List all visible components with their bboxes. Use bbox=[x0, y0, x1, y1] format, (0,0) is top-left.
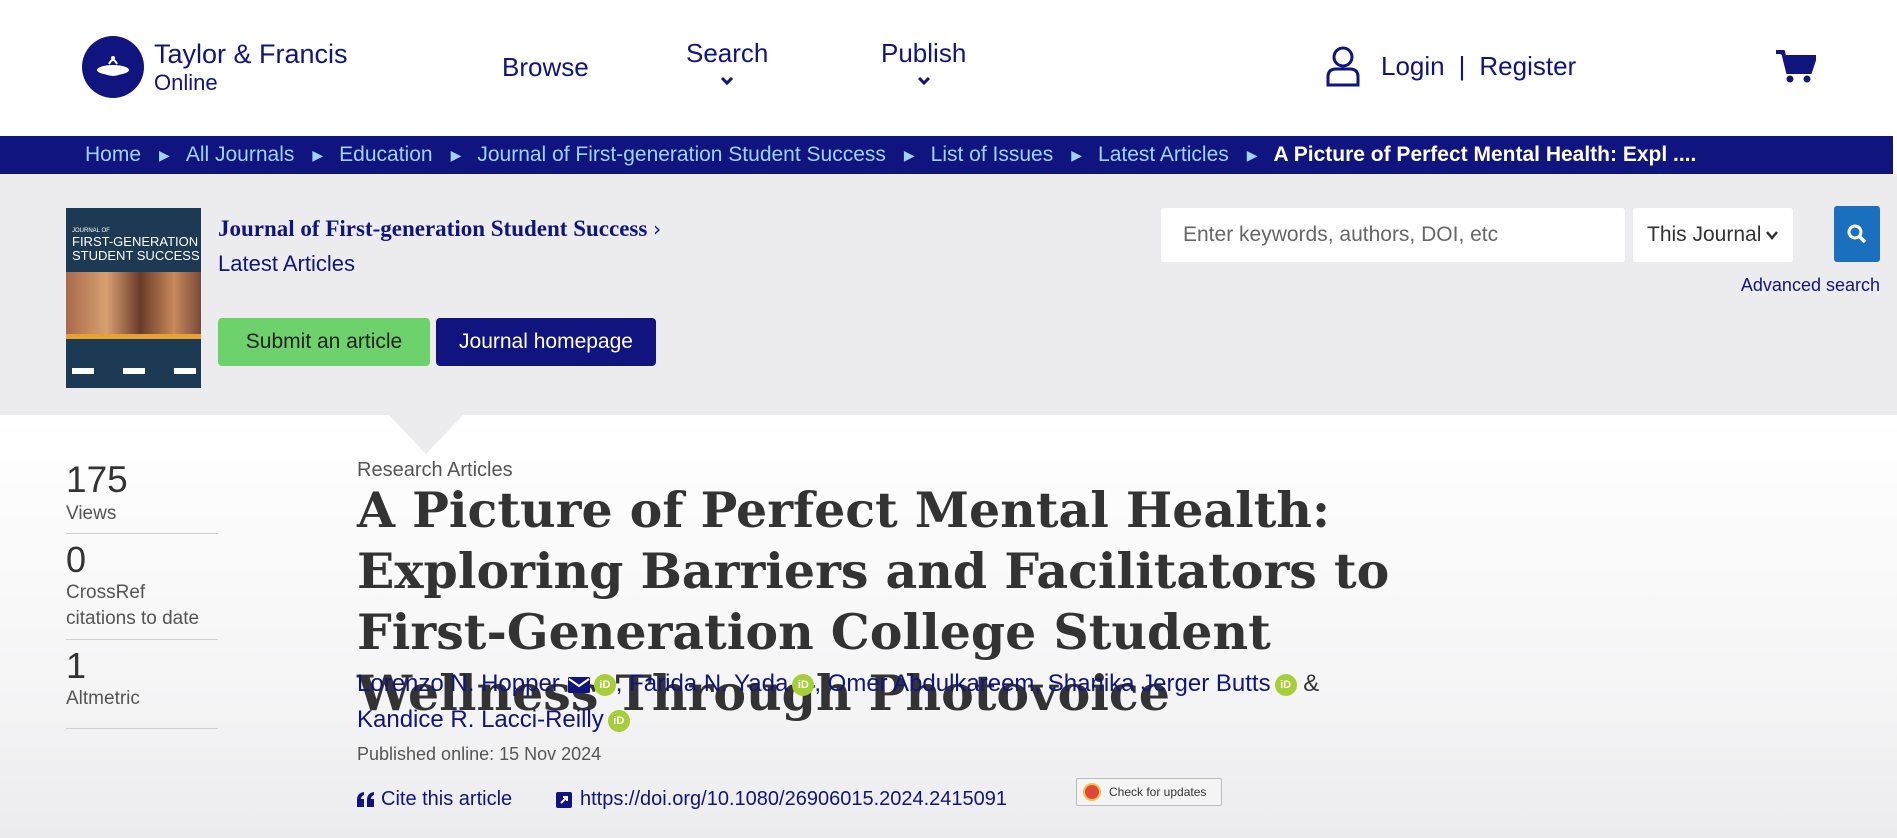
chevron-right-icon: › bbox=[653, 217, 662, 241]
breadcrumb-arrow-icon: ▶ bbox=[312, 146, 324, 163]
article-metrics: 175 Views 0 CrossRef citations to date 1… bbox=[66, 459, 218, 735]
email-icon[interactable] bbox=[567, 676, 590, 693]
cover-title-line: STUDENT SUCCESS bbox=[72, 247, 200, 263]
cover-photo bbox=[66, 272, 201, 334]
quote-icon bbox=[357, 791, 374, 807]
metric-label: CrossRef citations to date bbox=[66, 581, 200, 630]
breadcrumb-latest-articles[interactable]: Latest Articles bbox=[1098, 143, 1229, 167]
check-for-updates-button[interactable]: Check for updates bbox=[1076, 778, 1222, 806]
author-name[interactable]: Omer Abdulkareem bbox=[828, 670, 1035, 697]
breadcrumb: Home ▶ All Journals ▶ Education ▶ Journa… bbox=[0, 136, 1893, 174]
author-name[interactable]: Shanika Jerger Butts bbox=[1048, 670, 1271, 697]
breadcrumb-arrow-icon: ▶ bbox=[1071, 146, 1083, 163]
orcid-icon[interactable]: iD bbox=[593, 673, 616, 696]
banner-pointer bbox=[388, 414, 464, 454]
orcid-icon[interactable]: iD bbox=[1274, 673, 1297, 696]
doi-link[interactable]: https://doi.org/10.1080/26906015.2024.24… bbox=[556, 788, 1007, 811]
check-updates-label: Check for updates bbox=[1109, 785, 1207, 799]
search-input[interactable] bbox=[1161, 208, 1625, 262]
cover-stripe bbox=[66, 334, 201, 339]
breadcrumb-current-article: A Picture of Perfect Mental Health: Expl… bbox=[1273, 143, 1697, 166]
author-name[interactable]: Kandice R. Lacci-Reilly bbox=[357, 706, 604, 733]
search-scope-value: This Journal bbox=[1647, 223, 1762, 246]
nav-publish-label: Publish bbox=[881, 38, 967, 68]
breadcrumb-arrow-icon: ▶ bbox=[450, 146, 462, 163]
article-type: Research Articles bbox=[357, 459, 513, 481]
search-icon bbox=[1847, 224, 1867, 244]
nav-search-label: Search bbox=[686, 38, 769, 68]
author-separator: , bbox=[615, 670, 623, 697]
breadcrumb-arrow-icon: ▶ bbox=[903, 146, 915, 163]
latest-articles-link[interactable]: Latest Articles bbox=[218, 251, 355, 277]
metric-value: 175 bbox=[66, 459, 128, 500]
crossmark-icon bbox=[1083, 783, 1101, 801]
chevron-down-icon bbox=[1766, 231, 1778, 240]
login-link[interactable]: Login bbox=[1381, 51, 1445, 82]
chevron-down-icon bbox=[721, 76, 734, 86]
metric-views: 175 Views bbox=[66, 459, 218, 535]
register-link[interactable]: Register bbox=[1479, 51, 1576, 82]
breadcrumb-all-journals[interactable]: All Journals bbox=[186, 143, 295, 167]
breadcrumb-arrow-icon: ▶ bbox=[1246, 146, 1258, 163]
journal-title: Journal of First-generation Student Succ… bbox=[218, 216, 648, 241]
author-list: Lorenzo N. Hopper iD, Farida N. Yada iD, O… bbox=[357, 666, 1357, 738]
author-separator: , bbox=[814, 670, 821, 697]
doi-url: https://doi.org/10.1080/26906015.2024.24… bbox=[580, 788, 1008, 810]
metric-value: 0 bbox=[66, 539, 87, 581]
nav-browse[interactable]: Browse bbox=[502, 52, 589, 83]
site-header: Taylor & Francis Online Browse Search Pu… bbox=[0, 0, 1897, 136]
search-scope-select[interactable]: This Journal bbox=[1633, 208, 1793, 262]
metric-crossref[interactable]: 0 CrossRef citations to date bbox=[66, 539, 218, 641]
advanced-search-link[interactable]: Advanced search bbox=[1741, 275, 1880, 296]
journal-cover-image[interactable]: JOURNAL OF FIRST-GENERATION STUDENT SUCC… bbox=[66, 208, 201, 388]
nav-search[interactable]: Search bbox=[686, 38, 768, 89]
submit-article-button[interactable]: Submit an article bbox=[218, 318, 430, 366]
breadcrumb-education[interactable]: Education bbox=[339, 143, 432, 167]
site-logo[interactable]: Taylor & Francis Online bbox=[82, 36, 348, 98]
breadcrumb-arrow-icon: ▶ bbox=[159, 146, 170, 163]
breadcrumb-home[interactable]: Home bbox=[85, 143, 141, 167]
published-date: Published online: 15 Nov 2024 bbox=[357, 744, 602, 764]
author-name[interactable]: Lorenzo N. Hopper bbox=[357, 670, 560, 697]
metric-value: 1 bbox=[66, 645, 87, 687]
cite-article-link[interactable]: Cite this article bbox=[357, 788, 512, 811]
cover-title-line: FIRST-GENERATION bbox=[72, 233, 199, 249]
author-separator: , bbox=[1034, 670, 1042, 697]
cart-icon[interactable] bbox=[1776, 48, 1818, 89]
metric-label: Views bbox=[66, 502, 117, 524]
journal-homepage-button[interactable]: Journal homepage bbox=[436, 318, 656, 366]
external-link-icon bbox=[556, 791, 572, 808]
breadcrumb-journal[interactable]: Journal of First-generation Student Succ… bbox=[477, 143, 886, 167]
brand-name: Taylor & Francis bbox=[154, 38, 348, 69]
metric-label: Altmetric bbox=[66, 687, 140, 709]
author-name[interactable]: Farida N. Yada bbox=[629, 670, 788, 697]
journal-title-link[interactable]: Journal of First-generation Student Succ… bbox=[218, 216, 661, 242]
orcid-icon[interactable]: iD bbox=[607, 709, 630, 732]
logo-lamp-icon bbox=[82, 36, 144, 98]
metric-altmetric[interactable]: 1 Altmetric bbox=[66, 645, 218, 730]
chevron-down-icon bbox=[917, 76, 930, 86]
user-icon[interactable] bbox=[1325, 45, 1361, 87]
author-ampersand: & bbox=[1303, 670, 1320, 697]
orcid-icon[interactable]: iD bbox=[792, 673, 815, 696]
account-links: Login | Register bbox=[1325, 45, 1576, 87]
nav-browse-label: Browse bbox=[502, 52, 589, 82]
breadcrumb-list-of-issues[interactable]: List of Issues bbox=[931, 143, 1054, 167]
nav-publish[interactable]: Publish bbox=[881, 38, 966, 89]
cite-label: Cite this article bbox=[381, 788, 513, 810]
brand-suffix: Online bbox=[154, 69, 218, 95]
cover-publisher-logos bbox=[72, 368, 196, 374]
login-register-separator: | bbox=[1458, 50, 1466, 81]
search-button[interactable] bbox=[1834, 206, 1880, 262]
